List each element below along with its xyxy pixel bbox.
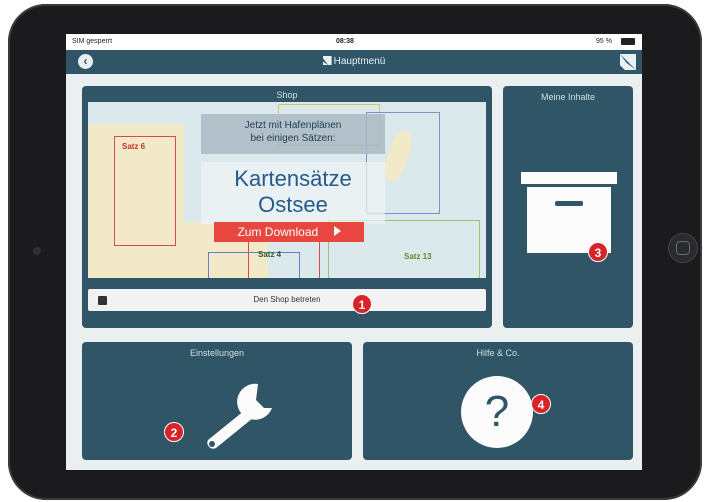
archive-box-lid bbox=[521, 172, 617, 184]
map-label-satz4: Satz 4 bbox=[258, 250, 282, 259]
play-arrow-icon bbox=[333, 226, 341, 236]
screen: SIM gesperrt 08:38 95 % ‹ Hauptmenü Shop… bbox=[66, 34, 642, 470]
settings-title: Einstellungen bbox=[189, 348, 245, 358]
chart-corner-icon[interactable] bbox=[620, 54, 636, 70]
shop-map-banner[interactable]: Satz 6 Satz 4 Satz 13 Jetzt mit Hafenplä… bbox=[88, 102, 486, 278]
download-button[interactable]: Zum Download bbox=[214, 222, 364, 242]
page-title: Hauptmenü bbox=[333, 56, 386, 67]
archive-box-handle bbox=[555, 201, 583, 206]
help-title: Hilfe & Co. bbox=[476, 348, 520, 358]
battery-icon bbox=[621, 38, 635, 45]
navigation-bar: ‹ Hauptmenü bbox=[66, 50, 642, 74]
chart-flag-icon bbox=[322, 56, 332, 65]
camera bbox=[33, 247, 41, 255]
shop-tile[interactable]: Shop Satz 6 Satz 4 Satz 13 Jetzt mit Haf… bbox=[82, 86, 492, 328]
enter-shop-label: Den Shop betreten bbox=[253, 295, 321, 304]
map-set-box-6 bbox=[114, 136, 176, 246]
nav-title-wrap: Hauptmenü bbox=[66, 56, 642, 67]
headline-2: Ostsee bbox=[258, 192, 328, 217]
carrier-text: SIM gesperrt bbox=[72, 38, 113, 45]
settings-tile[interactable]: Einstellungen 2 bbox=[82, 342, 352, 460]
help-question-icon: ? bbox=[461, 376, 533, 448]
map-label-satz6: Satz 6 bbox=[122, 142, 146, 151]
headline-1: Kartensätze bbox=[234, 166, 352, 191]
download-label: Zum Download bbox=[237, 225, 319, 239]
badge-3: 3 bbox=[588, 242, 608, 262]
headline-panel: Kartensätze Ostsee bbox=[201, 162, 385, 224]
shop-title: Shop bbox=[276, 90, 298, 100]
status-time: 08:38 bbox=[336, 38, 354, 45]
promo-overlay: Jetzt mit Hafenplänen bei einigen Sätzen… bbox=[201, 114, 385, 154]
badge-1: 1 bbox=[352, 294, 372, 314]
my-content-title: Meine Inhalte bbox=[540, 92, 596, 102]
battery-text: 95 % bbox=[596, 38, 612, 45]
promo-line-1: Jetzt mit Hafenplänen bbox=[244, 120, 342, 131]
badge-4: 4 bbox=[531, 394, 551, 414]
wrench-icon bbox=[207, 383, 272, 449]
map-set-box-purple bbox=[208, 252, 300, 278]
enter-shop-button[interactable]: Den Shop betreten bbox=[88, 289, 486, 311]
help-tile[interactable]: Hilfe & Co. ? 4 bbox=[363, 342, 633, 460]
home-button-square bbox=[676, 241, 690, 255]
promo-line-2: bei einigen Sätzen: bbox=[250, 133, 336, 144]
map-label-satz13: Satz 13 bbox=[404, 252, 432, 261]
status-bar: SIM gesperrt 08:38 95 % bbox=[66, 34, 642, 50]
badge-2: 2 bbox=[164, 422, 184, 442]
my-content-tile[interactable]: Meine Inhalte 3 bbox=[503, 86, 633, 328]
